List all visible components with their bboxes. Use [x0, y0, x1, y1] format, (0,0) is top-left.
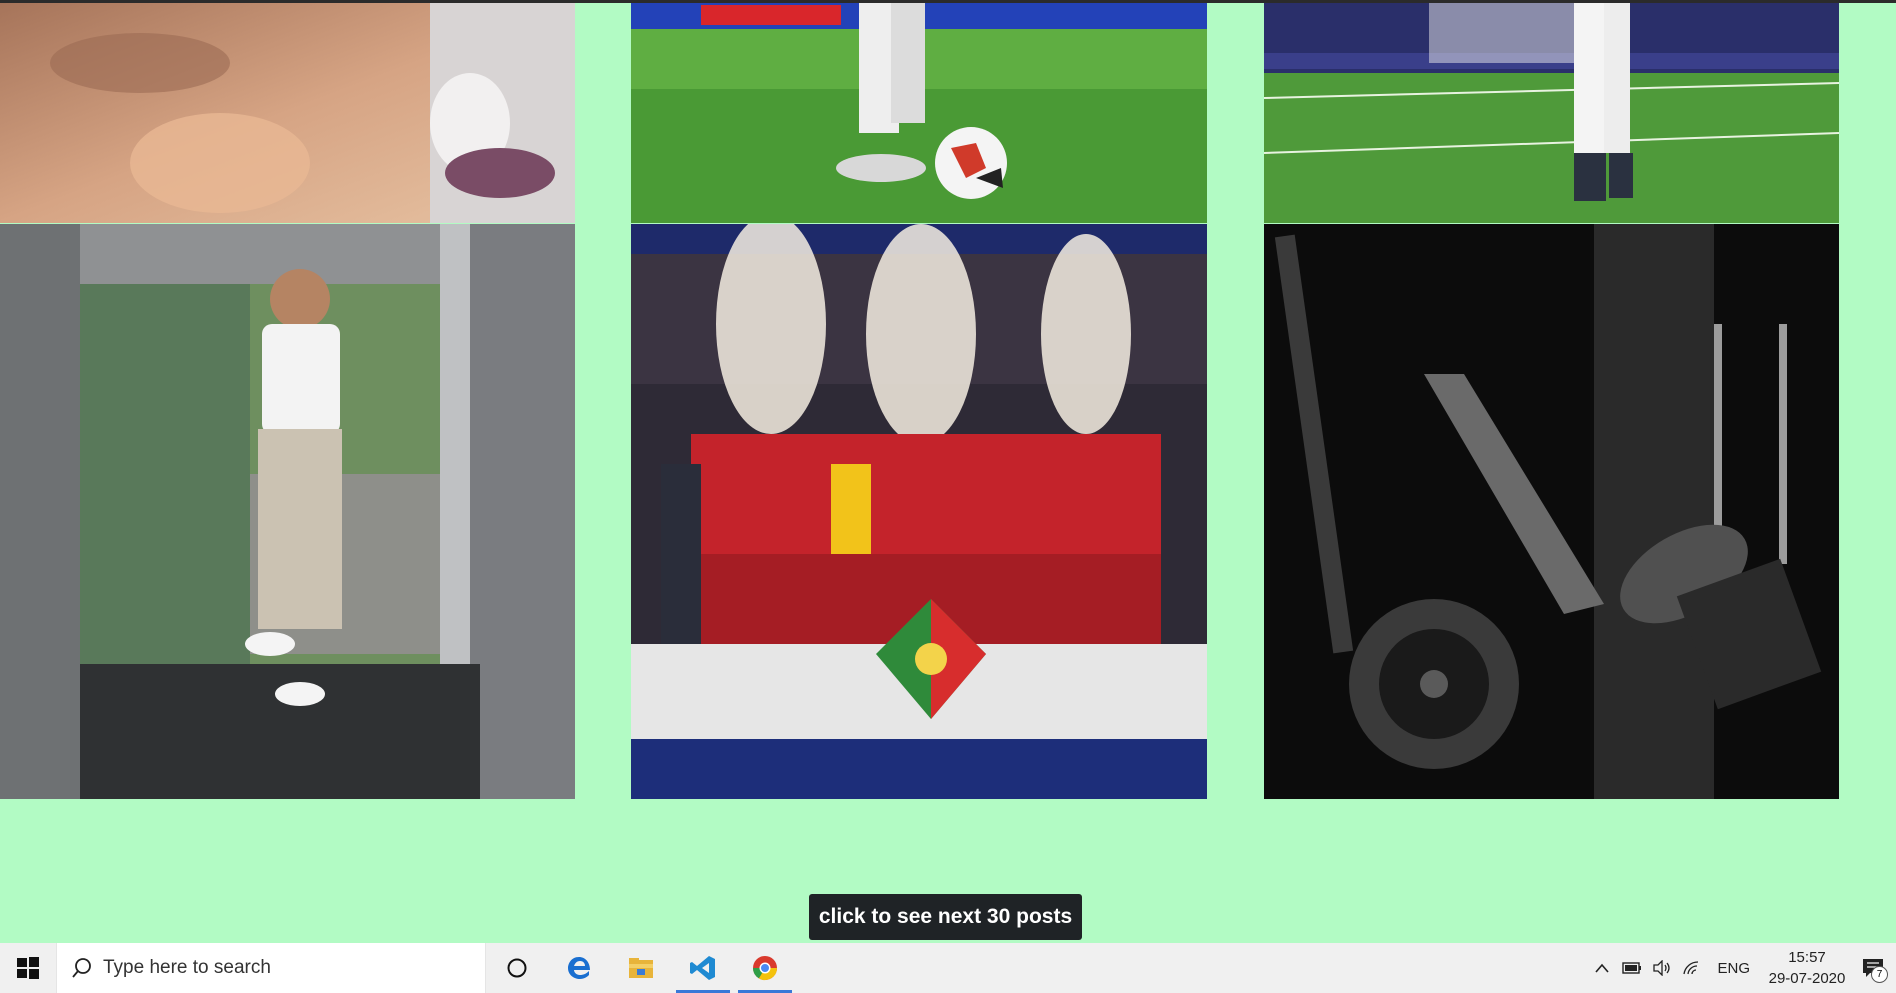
battery-button[interactable]	[1617, 943, 1647, 993]
notification-count-badge: 7	[1871, 966, 1888, 983]
chrome-icon	[753, 956, 777, 981]
clock-time: 15:57	[1788, 949, 1826, 966]
post-image[interactable]	[1264, 224, 1839, 799]
clock-date: 29-07-2020	[1768, 970, 1846, 987]
post-image[interactable]	[0, 3, 575, 223]
search-icon	[72, 958, 91, 978]
cortana-icon	[507, 958, 527, 978]
post-image[interactable]	[631, 224, 1207, 799]
action-center-button[interactable]: 7	[1850, 943, 1896, 993]
taskbar-edge[interactable]	[548, 943, 610, 993]
vscode-icon	[690, 956, 715, 980]
folder-icon	[629, 958, 653, 978]
clock[interactable]: 15:57 29-07-2020	[1764, 947, 1850, 989]
taskbar-file-explorer[interactable]	[610, 943, 672, 993]
volume-button[interactable]	[1647, 943, 1677, 993]
edge-icon	[568, 957, 590, 979]
search-placeholder: Type here to search	[103, 957, 271, 978]
show-hidden-icons[interactable]	[1587, 943, 1617, 993]
system-tray: ENG 15:57 29-07-2020 7	[1587, 943, 1896, 993]
wifi-icon	[1683, 961, 1699, 975]
taskbar-vscode[interactable]	[672, 943, 734, 993]
taskbar: Type here to search ENG 15:57 29-07-2020…	[0, 943, 1896, 993]
network-button[interactable]	[1677, 943, 1707, 993]
task-view-button[interactable]	[486, 943, 548, 993]
post-image[interactable]	[1264, 3, 1839, 223]
start-button[interactable]	[0, 943, 56, 993]
windows-icon	[17, 957, 39, 979]
language-indicator[interactable]: ENG	[1707, 960, 1764, 977]
posts-grid	[0, 0, 1896, 800]
post-image[interactable]	[631, 3, 1207, 223]
taskbar-search[interactable]: Type here to search	[56, 943, 486, 993]
post-image[interactable]	[0, 224, 575, 799]
volume-icon	[1653, 960, 1671, 976]
taskbar-chrome[interactable]	[734, 943, 796, 993]
chevron-up-icon	[1595, 963, 1610, 973]
battery-icon	[1622, 962, 1642, 974]
next-posts-button[interactable]: click to see next 30 posts	[809, 894, 1082, 940]
